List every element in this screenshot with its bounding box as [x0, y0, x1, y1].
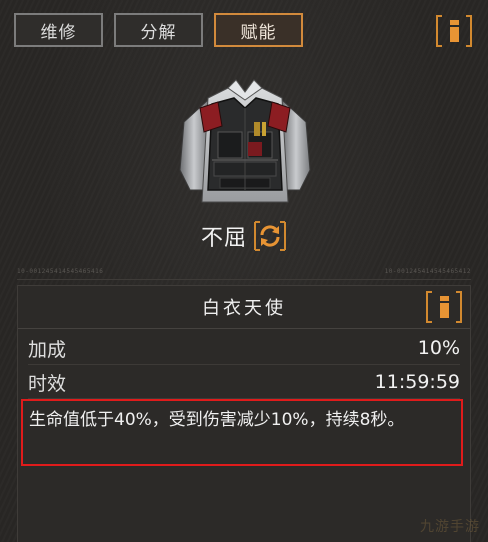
- tab-empower[interactable]: 赋能: [214, 13, 303, 47]
- info-icon: [449, 20, 459, 42]
- item-image: [178, 78, 312, 214]
- tab-dismantle[interactable]: 分解: [114, 13, 203, 47]
- tab-repair[interactable]: 维修: [14, 13, 103, 47]
- item-code-right: 10-001245414545465412: [384, 268, 471, 275]
- item-name-row: 不屈: [0, 218, 488, 254]
- info-icon: [439, 296, 449, 318]
- enhance-screen: 维修 分解 赋能 不屈 10-001245414545465416 10-001…: [0, 0, 488, 542]
- stat-label: 加成: [28, 338, 67, 361]
- stat-row-duration: 时效 11:59:59: [28, 366, 460, 399]
- watermark: 九游手游: [420, 519, 480, 535]
- item-name: 不屈: [200, 226, 247, 251]
- stat-value: 11:59:59: [374, 371, 460, 393]
- skill-description-box: 生命值低于40%，受到伤害减少10%，持续8秒。: [21, 399, 463, 466]
- item-code-left: 10-001245414545465416: [17, 268, 104, 275]
- info-button[interactable]: [436, 15, 472, 47]
- stat-row-bonus: 加成 10%: [28, 332, 460, 365]
- tactical-vest-icon: [179, 79, 311, 203]
- divider: [17, 279, 471, 280]
- stat-value: 10%: [417, 337, 460, 359]
- stat-label: 时效: [28, 372, 67, 395]
- skill-name: 白衣天使: [202, 298, 286, 319]
- skill-info-button[interactable]: [426, 291, 462, 323]
- skill-header: 白衣天使: [18, 286, 470, 329]
- skill-description: 生命值低于40%，受到伤害减少10%，持续8秒。: [29, 410, 405, 430]
- refresh-icon[interactable]: [253, 220, 287, 252]
